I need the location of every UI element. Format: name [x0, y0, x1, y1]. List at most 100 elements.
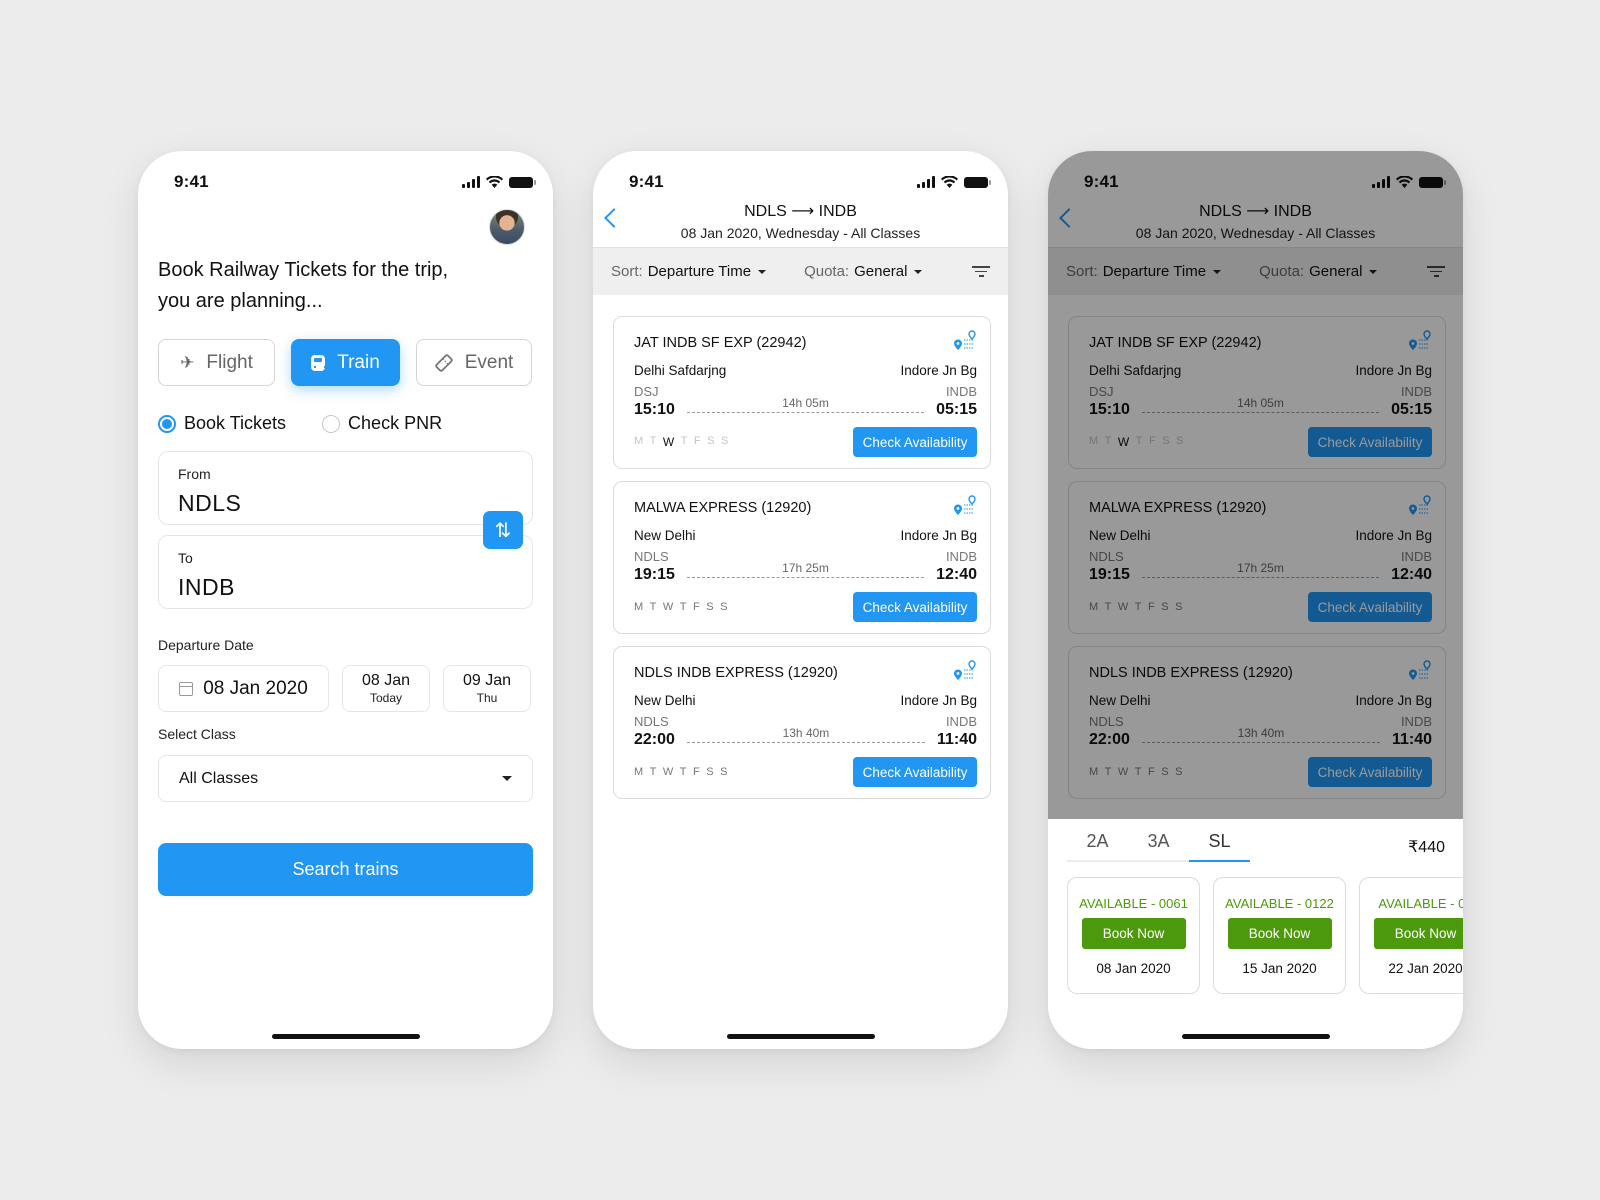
class-tabs: 2A 3A SL	[1067, 831, 1250, 862]
home-indicator	[271, 1034, 420, 1039]
airplane-icon: ✈	[180, 353, 195, 372]
search-trains-button[interactable]: Search trains	[158, 843, 533, 896]
swap-arrows-icon: ⇅	[494, 519, 512, 542]
train-list: JAT INDB SF EXP (22942) Delhi Safdarjng …	[613, 316, 991, 811]
day-0: M	[634, 601, 644, 613]
day-4: F	[693, 766, 701, 778]
journey-line: 17h 25m	[686, 561, 925, 578]
arrival-time: 12:40	[936, 566, 977, 583]
swap-stations-button[interactable]: ⇅	[483, 511, 523, 549]
route-map-icon[interactable]	[953, 330, 977, 354]
availability-status: AVAILABLE - 0061	[1079, 896, 1188, 911]
results-header: NDLS ⟶ INDB 08 Jan 2020, Wednesday - All…	[593, 197, 1008, 247]
to-station: Indore Jn Bg	[900, 528, 977, 543]
book-now-button[interactable]: Book Now	[1373, 918, 1463, 949]
running-days: MTWTFSS	[634, 435, 729, 449]
day-5: S	[706, 601, 715, 613]
from-code: NDLS	[634, 714, 669, 729]
user-avatar[interactable]	[489, 209, 525, 245]
day-2: W	[662, 435, 675, 449]
radio-check-pnr[interactable]: Check PNR	[322, 413, 442, 434]
journey-line: 13h 40m	[686, 726, 925, 743]
battery-icon	[964, 176, 991, 188]
departure-time: 15:10	[634, 401, 675, 418]
sort-dropdown[interactable]: Departure Time	[648, 263, 751, 280]
book-now-button[interactable]: Book Now	[1081, 918, 1186, 949]
booking-screen: 9:41 Book Railway Tickets for the trip, …	[138, 151, 553, 1049]
train-name: NDLS INDB EXPRESS (12920)	[634, 665, 838, 681]
arrow-right-icon: ⟶	[791, 203, 815, 220]
quota-dropdown[interactable]: General	[854, 263, 907, 280]
radio-book-tickets[interactable]: Book Tickets	[158, 413, 286, 434]
day-4: F	[693, 435, 702, 447]
day-0: M	[634, 766, 644, 778]
tab-2a[interactable]: 2A	[1067, 831, 1128, 860]
journey-line: 14h 05m	[686, 396, 925, 413]
availability-date: 15 Jan 2020	[1242, 961, 1317, 976]
availability-card: AVAILABLE - 0061 Book Now 08 Jan 2020	[1067, 877, 1200, 994]
arrival-time: 05:15	[936, 401, 977, 418]
mode-event-button[interactable]: Event	[416, 339, 532, 386]
day-3: T	[679, 601, 688, 613]
date-picker[interactable]: 08 Jan 2020	[158, 665, 329, 712]
modal-backdrop[interactable]	[1048, 151, 1463, 819]
to-code: INDB	[945, 384, 977, 399]
status-bar: 9:41	[138, 151, 553, 197]
from-station: Delhi Safdarjng	[634, 363, 727, 378]
select-class-label: Select Class	[158, 726, 236, 742]
from-station: New Delhi	[634, 528, 696, 543]
radio-checked-icon	[158, 414, 176, 433]
status-bar: 9:41	[593, 151, 1008, 197]
to-code: INDB	[945, 549, 977, 564]
train-icon	[311, 354, 327, 371]
departure-date-row: 08 Jan 2020 08 Jan Today 09 Jan Thu	[158, 665, 533, 712]
availability-date: 22 Jan 2020	[1388, 961, 1463, 976]
day-5: S	[706, 766, 715, 778]
status-time: 9:41	[174, 172, 209, 191]
departure-time: 19:15	[634, 566, 675, 583]
day-0: M	[634, 435, 644, 447]
filter-icon[interactable]	[972, 266, 990, 277]
train-card[interactable]: JAT INDB SF EXP (22942) Delhi Safdarjng …	[613, 316, 991, 469]
train-card[interactable]: NDLS INDB EXPRESS (12920) New Delhi Indo…	[613, 646, 991, 799]
route-map-icon[interactable]	[953, 495, 977, 519]
availability-status: AVAILABLE - 0122	[1225, 896, 1334, 911]
check-availability-button[interactable]: Check Availability	[853, 592, 977, 622]
cellular-signal-icon	[917, 176, 935, 188]
quota-caret-icon	[914, 269, 923, 274]
class-select[interactable]: All Classes	[158, 755, 533, 802]
train-results-screen: 9:41 NDLS ⟶ INDB 08 Jan 2020, Wednesday …	[593, 151, 1008, 1049]
battery-icon	[509, 176, 536, 188]
from-station-field[interactable]: From NDLS	[158, 451, 533, 525]
check-availability-button[interactable]: Check Availability	[853, 757, 977, 787]
check-availability-button[interactable]: Check Availability	[853, 427, 977, 457]
wifi-icon	[486, 176, 503, 188]
tab-3a[interactable]: 3A	[1128, 831, 1189, 860]
quick-date-today[interactable]: 08 Jan Today	[342, 665, 430, 712]
to-station-value: INDB	[178, 574, 235, 600]
running-days: MTWTFSS	[634, 766, 728, 778]
day-1: T	[649, 435, 657, 447]
tab-sl[interactable]: SL	[1189, 831, 1250, 862]
from-code: NDLS	[634, 549, 669, 564]
route-subtitle: 08 Jan 2020, Wednesday - All Classes	[680, 225, 921, 241]
ticket-icon	[434, 353, 453, 372]
route-map-icon[interactable]	[953, 660, 977, 684]
calendar-icon	[179, 681, 194, 696]
journey-duration: 17h 25m	[782, 561, 829, 575]
cellular-signal-icon	[462, 176, 480, 188]
quick-date-tomorrow[interactable]: 09 Jan Thu	[443, 665, 531, 712]
page-headline: Book Railway Tickets for the trip, you a…	[158, 259, 449, 312]
mode-flight-button[interactable]: ✈ Flight	[158, 339, 275, 386]
to-station-field[interactable]: To INDB	[158, 535, 533, 609]
running-days: MTWTFSS	[634, 601, 728, 613]
chevron-down-icon	[502, 776, 512, 781]
day-3: T	[680, 435, 688, 447]
train-card[interactable]: MALWA EXPRESS (12920) New Delhi Indore J…	[613, 481, 991, 634]
status-time: 9:41	[629, 172, 664, 191]
mode-train-button[interactable]: Train	[291, 339, 400, 386]
day-2: W	[662, 601, 674, 613]
availability-card: AVAILABLE - 01 Book Now 22 Jan 2020	[1359, 877, 1463, 994]
book-now-button[interactable]: Book Now	[1227, 918, 1332, 949]
from-station-value: NDLS	[178, 490, 242, 516]
